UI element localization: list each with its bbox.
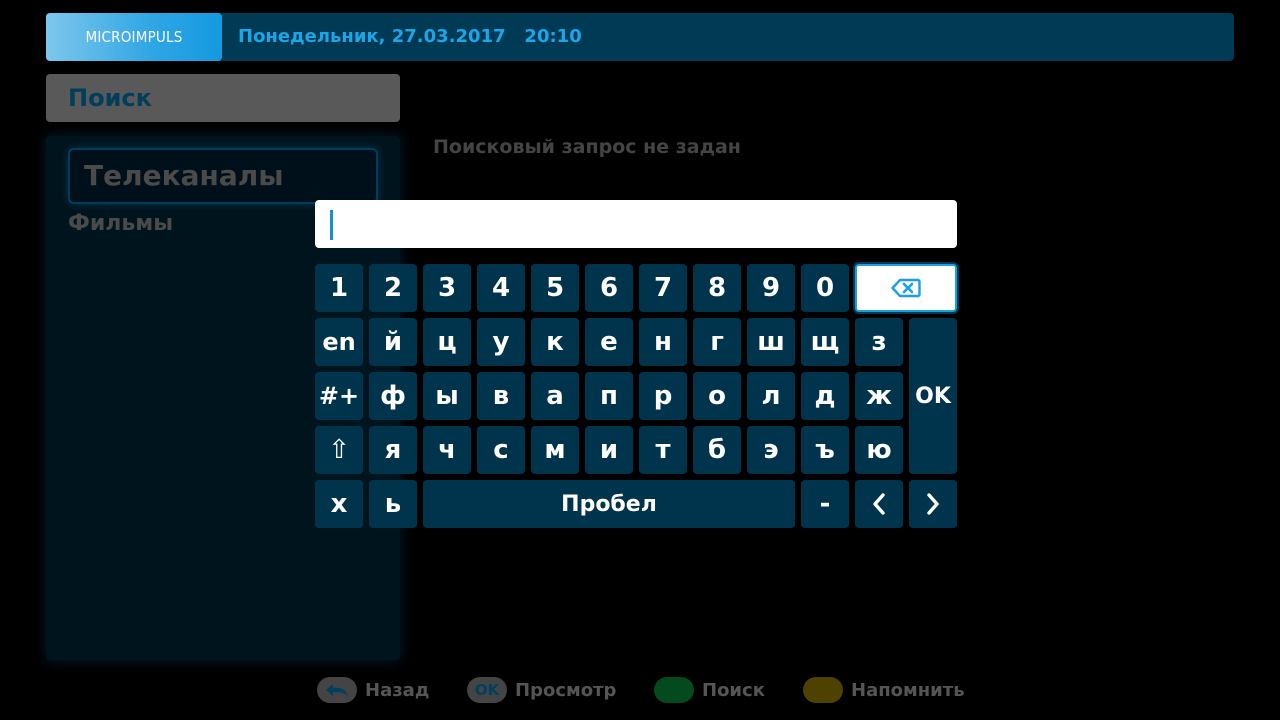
key-letter[interactable]: д bbox=[801, 372, 849, 420]
key-8[interactable]: 8 bbox=[693, 264, 741, 312]
key-letter[interactable]: ч bbox=[423, 426, 471, 474]
key-letter[interactable]: с bbox=[477, 426, 525, 474]
chevron-left-icon bbox=[873, 493, 885, 515]
footer-search-label: Поиск bbox=[702, 679, 765, 701]
brand-logo: MICROIMPULS bbox=[46, 13, 222, 61]
key-letter[interactable]: п bbox=[585, 372, 633, 420]
language-toggle-key[interactable]: en bbox=[315, 318, 363, 366]
key-letter[interactable]: й bbox=[369, 318, 417, 366]
key-letter[interactable]: з bbox=[855, 318, 903, 366]
page-title: Поиск bbox=[46, 74, 400, 122]
key-letter[interactable]: ы bbox=[423, 372, 471, 420]
cursor-left-key[interactable] bbox=[855, 480, 903, 528]
ok-key[interactable]: OK bbox=[909, 318, 957, 474]
text-cursor bbox=[330, 210, 333, 240]
key-9[interactable]: 9 bbox=[747, 264, 795, 312]
ok-button-badge: OK bbox=[467, 677, 507, 703]
key-letter[interactable]: л bbox=[747, 372, 795, 420]
key-letter[interactable]: в bbox=[477, 372, 525, 420]
key-letter[interactable]: б bbox=[693, 426, 741, 474]
backspace-key[interactable] bbox=[855, 264, 957, 312]
key-letter[interactable]: р bbox=[639, 372, 687, 420]
key-letter[interactable]: к bbox=[531, 318, 579, 366]
footer-view-hint[interactable]: OK Просмотр bbox=[467, 676, 616, 704]
key-letter[interactable]: я bbox=[369, 426, 417, 474]
shift-key[interactable]: ⇧ bbox=[315, 426, 363, 474]
key-4[interactable]: 4 bbox=[477, 264, 525, 312]
key-letter[interactable]: э bbox=[747, 426, 795, 474]
footer-back-hint[interactable]: Назад bbox=[317, 676, 429, 704]
key-0[interactable]: 0 bbox=[801, 264, 849, 312]
key-1[interactable]: 1 bbox=[315, 264, 363, 312]
key-letter[interactable]: а bbox=[531, 372, 579, 420]
category-item-movies[interactable]: Фильмы bbox=[68, 211, 173, 236]
footer-back-label: Назад bbox=[365, 679, 430, 701]
key-letter[interactable]: и bbox=[585, 426, 633, 474]
header-bar: MICROIMPULS Понедельник, 27.03.2017 20:1… bbox=[46, 13, 1234, 61]
footer-remind-hint[interactable]: Напомнить bbox=[803, 676, 965, 704]
shift-icon: ⇧ bbox=[328, 435, 350, 465]
key-letter[interactable]: н bbox=[639, 318, 687, 366]
key-7[interactable]: 7 bbox=[639, 264, 687, 312]
header-datetime: Понедельник, 27.03.2017 20:10 bbox=[238, 26, 582, 47]
key-letter[interactable]: г bbox=[693, 318, 741, 366]
footer-search-hint[interactable]: Поиск bbox=[654, 676, 765, 704]
chevron-right-icon bbox=[927, 493, 939, 515]
key-letter[interactable]: x bbox=[315, 480, 363, 528]
key-3[interactable]: 3 bbox=[423, 264, 471, 312]
category-item-channels[interactable]: Телеканалы bbox=[68, 148, 378, 204]
query-status-text: Поисковый запрос не задан bbox=[433, 136, 741, 158]
footer-view-label: Просмотр bbox=[515, 679, 617, 701]
key-letter[interactable]: ю bbox=[855, 426, 903, 474]
search-input[interactable] bbox=[315, 200, 957, 248]
green-button-badge bbox=[654, 677, 694, 703]
key-letter[interactable]: щ bbox=[801, 318, 849, 366]
backspace-icon bbox=[891, 278, 921, 298]
key-letter[interactable]: ж bbox=[855, 372, 903, 420]
key-letter[interactable]: ф bbox=[369, 372, 417, 420]
space-key[interactable]: Пробел bbox=[423, 480, 795, 528]
footer-remind-label: Напомнить bbox=[851, 679, 965, 701]
key-5[interactable]: 5 bbox=[531, 264, 579, 312]
key-letter[interactable]: ш bbox=[747, 318, 795, 366]
cursor-right-key[interactable] bbox=[909, 480, 957, 528]
key-2[interactable]: 2 bbox=[369, 264, 417, 312]
key-6[interactable]: 6 bbox=[585, 264, 633, 312]
return-arrow-icon bbox=[326, 684, 348, 696]
yellow-button-badge bbox=[803, 677, 843, 703]
key-letter[interactable]: у bbox=[477, 318, 525, 366]
key-letter[interactable]: ц bbox=[423, 318, 471, 366]
dash-key[interactable]: - bbox=[801, 480, 849, 528]
key-letter[interactable]: т bbox=[639, 426, 687, 474]
key-letter[interactable]: о bbox=[693, 372, 741, 420]
key-letter[interactable]: ь bbox=[369, 480, 417, 528]
back-button-badge bbox=[317, 677, 357, 703]
key-letter[interactable]: м bbox=[531, 426, 579, 474]
key-letter[interactable]: е bbox=[585, 318, 633, 366]
key-letter[interactable]: ъ bbox=[801, 426, 849, 474]
symbols-toggle-key[interactable]: #+ bbox=[315, 372, 363, 420]
